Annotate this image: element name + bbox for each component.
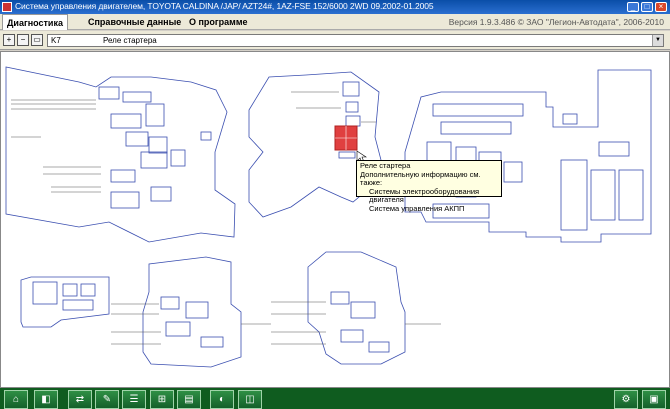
- tooltip-link-transmission[interactable]: Система управления АКПП: [360, 204, 498, 214]
- component-name: Реле стартера: [103, 36, 157, 45]
- grid-button[interactable]: ⊞: [150, 390, 174, 409]
- diagram-canvas[interactable]: Реле стартера Дополнительную информацию …: [0, 51, 670, 388]
- component-code: K7: [51, 36, 61, 45]
- tooltip-subtitle: Дополнительную информацию см. также:: [360, 169, 481, 187]
- menu-reference-data[interactable]: Справочные данные: [84, 14, 185, 30]
- title-bar: Система управления двигателем, TOYOTA CA…: [0, 0, 670, 14]
- bottom-toolbar: ⌂ ◧ ⇄ ✎ ☰ ⊞ ▤ ◐ ◫ ⚙ ▣: [0, 388, 670, 409]
- menu-about[interactable]: О программе: [185, 14, 252, 30]
- window-button[interactable]: ◫: [238, 390, 262, 409]
- settings-button[interactable]: ⚙: [614, 390, 638, 409]
- tooltip-link-engine-electrics[interactable]: Системы электрооборудования двигателя: [360, 187, 498, 205]
- minimize-button[interactable]: _: [627, 2, 639, 12]
- table-button[interactable]: ▤: [177, 390, 201, 409]
- close-button[interactable]: ×: [655, 2, 667, 12]
- zoom-in-icon[interactable]: +: [3, 34, 15, 46]
- diagram-button[interactable]: ◐: [210, 390, 234, 409]
- menu-bar: Диагностика Справочные данные О программ…: [0, 14, 670, 30]
- edit-button[interactable]: ✎: [95, 390, 119, 409]
- switch-button[interactable]: ⇄: [68, 390, 92, 409]
- component-tooltip: Реле стартера Дополнительную информацию …: [356, 160, 502, 212]
- window-title: Система управления двигателем, TOYOTA CA…: [15, 1, 434, 11]
- list-button[interactable]: ☰: [122, 390, 146, 409]
- component-select[interactable]: K7 Реле стартера ▼: [47, 34, 664, 47]
- fit-window-icon[interactable]: ▭: [31, 34, 43, 46]
- home-button[interactable]: ⌂: [4, 390, 28, 409]
- menu-diagnostics[interactable]: Диагностика: [2, 14, 68, 30]
- app-window: Система управления двигателем, TOYOTA CA…: [0, 0, 670, 409]
- wiring-diagram: [5, 66, 652, 368]
- maximize-button[interactable]: □: [641, 2, 653, 12]
- app-icon: [2, 2, 12, 12]
- zoom-out-icon[interactable]: −: [17, 34, 29, 46]
- version-label: Версия 1.9.3.486 © ЗАО "Легион-Автодата"…: [448, 17, 664, 27]
- chevron-down-icon[interactable]: ▼: [652, 35, 663, 46]
- toolbar: + − ▭ K7 Реле стартера ▼: [0, 31, 670, 50]
- panel-button[interactable]: ◧: [34, 390, 58, 409]
- exit-button[interactable]: ▣: [642, 390, 666, 409]
